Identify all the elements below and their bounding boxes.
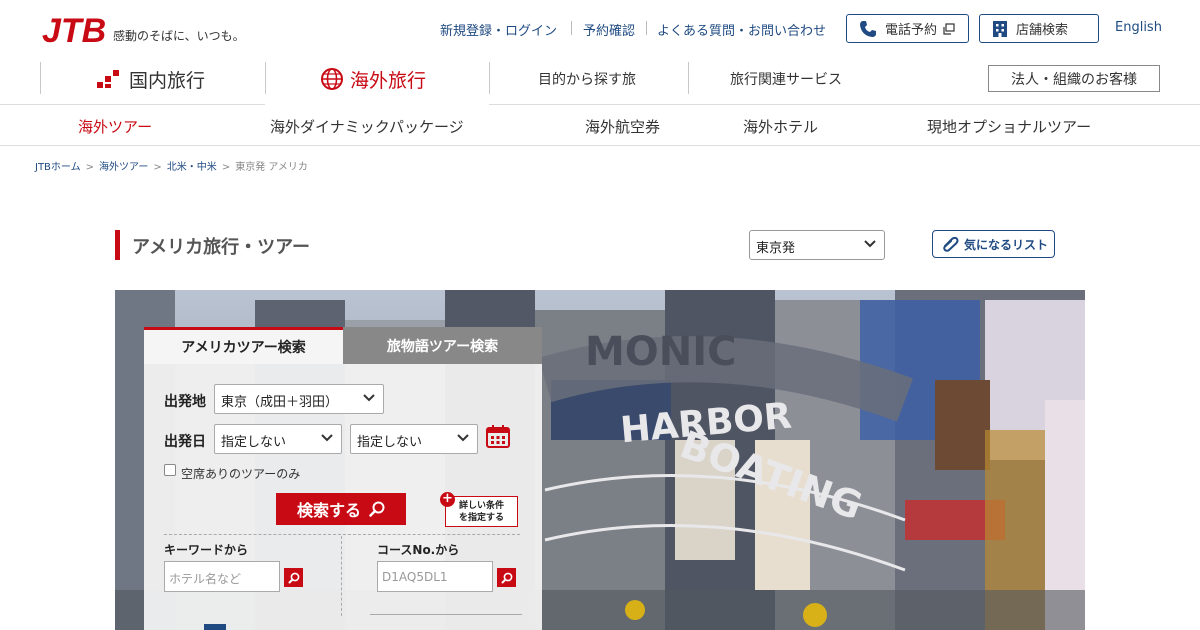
hero-sign-monic: MONIC [585,329,737,375]
logo-tagline: 感動のそばに、いつも。 [113,29,245,43]
date-label: 出発日 [164,434,206,450]
external-window-icon [943,22,955,35]
detailed-conditions-button[interactable]: 詳しい条件 を指定する [445,496,518,527]
phone-reservation-label: 電話予約 [885,23,938,38]
chevron-down-icon [321,434,333,442]
chevron-down-icon [864,240,876,248]
nav-overseas-label: 海外旅行 [350,69,427,92]
book-icon [204,624,226,630]
nav-divider [688,62,689,94]
chevron-down-icon [363,394,375,402]
detail-line1: 詳しい条件 [458,501,504,511]
departure-label: 出発地 [164,394,206,410]
link-divider [571,21,572,35]
subnav-dynamic-package[interactable]: 海外ダイナミックパッケージ [270,116,464,137]
subnav-optional-tours[interactable]: 現地オプショナルツアー [927,116,1091,137]
nav-purpose[interactable]: 目的から探す旅 [538,64,636,94]
title-accent-bar [115,230,120,260]
divider [164,534,520,535]
jtb-logo[interactable]: JTB [40,10,106,50]
link-divider [646,21,647,35]
favorites-list-label: 気になるリスト [964,237,1049,252]
course-search-button[interactable] [497,568,516,587]
course-no-input[interactable]: D1AQ5DL1 [377,561,493,592]
phone-reservation-button[interactable]: 電話予約 [846,14,969,43]
domestic-travel-icon [97,70,119,88]
breadcrumb: JTBホーム > 海外ツアー > 北米・中米 > 東京発 アメリカ [35,162,308,173]
vacancy-only-checkbox[interactable] [164,464,176,476]
nav-divider [489,62,490,94]
faq-contact-link[interactable]: よくある質問・お問い合わせ [657,20,826,39]
search-icon [288,572,299,583]
breadcrumb-overseas-tour[interactable]: 海外ツアー [99,162,148,173]
tab-tabimonogatari-search[interactable]: 旅物語ツアー検索 [343,327,542,364]
phone-icon [860,20,876,37]
store-search-label: 店舗検索 [1016,23,1069,38]
register-login-link[interactable]: 新規登録・ログイン [440,20,557,39]
search-button-label: 検索する [296,501,361,520]
search-icon [369,501,385,517]
store-search-button[interactable]: 店舗検索 [979,14,1099,43]
date-to-select[interactable]: 指定しない [350,424,478,454]
divider [370,614,522,615]
nav-divider [265,62,266,94]
chevron-down-icon [457,434,469,442]
divider [341,536,342,616]
subnav-overseas-tour[interactable]: 海外ツアー [78,116,152,137]
vacancy-only-label: 空席ありのツアーのみ [181,467,301,481]
date-from-select[interactable]: 指定しない [214,424,342,454]
departure-city-value: 東京発 [756,241,796,256]
calendar-icon[interactable] [486,424,510,452]
subnav-hotels[interactable]: 海外ホテル [743,116,818,137]
corporate-button[interactable]: 法人・組織のお客様 [988,65,1160,92]
search-button[interactable]: 検索する [276,493,406,525]
nav-divider [40,62,41,94]
page-title: アメリカ旅行・ツアー [132,237,311,258]
keyword-label: キーワードから [164,543,249,557]
departure-select[interactable]: 東京（成田＋羽田） [214,384,384,414]
globe-icon [321,68,343,90]
breadcrumb-north-america[interactable]: 北米・中米 [167,162,217,173]
breadcrumb-home[interactable]: JTBホーム [35,162,81,173]
departure-city-select[interactable]: 東京発 [749,230,885,260]
plus-icon: + [440,492,455,507]
paperclip-icon [943,236,959,252]
english-link[interactable]: English [1115,20,1162,35]
breadcrumb-current: 東京発 アメリカ [235,162,308,173]
nav-domestic-label: 国内旅行 [129,69,206,92]
nav-services[interactable]: 旅行関連サービス [730,64,842,94]
jtb-logo-text: JTB [42,12,106,50]
departure-select-value: 東京（成田＋羽田） [221,395,339,410]
date-to-value: 指定しない [357,435,423,450]
search-icon [501,572,512,583]
reservation-check-link[interactable]: 予約確認 [583,20,635,39]
favorites-list-button[interactable]: 気になるリスト [932,230,1055,258]
tab-america-tour-search[interactable]: アメリカツアー検索 [144,327,343,364]
keyword-search-button[interactable] [284,568,303,587]
subnav-flights[interactable]: 海外航空券 [585,116,660,137]
date-from-value: 指定しない [221,435,287,450]
keyword-input[interactable]: ホテル名など [164,561,280,592]
detail-line2: を指定する [458,513,504,523]
building-icon [993,20,1007,37]
nav-overseas[interactable]: 海外旅行 [320,64,426,94]
course-no-label: コースNo.から [377,543,460,557]
nav-domestic[interactable]: 国内旅行 [95,64,205,94]
